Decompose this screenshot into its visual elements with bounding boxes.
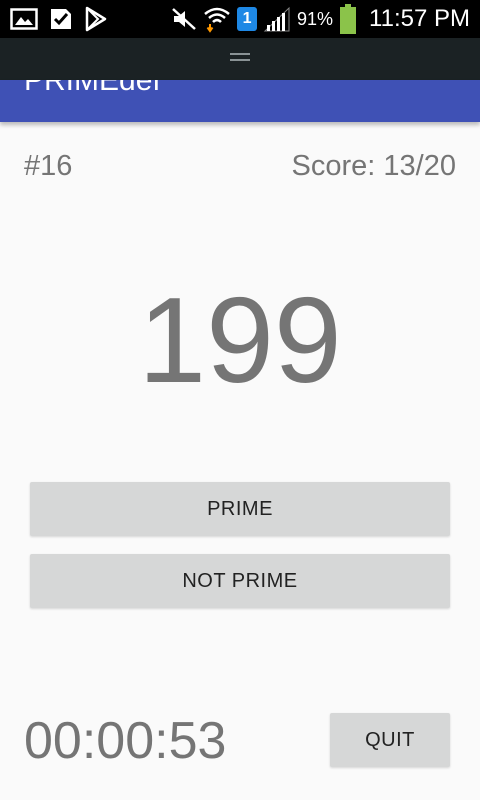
status-clock: 11:57 PM — [369, 5, 470, 32]
sim-1-icon: 1 — [237, 7, 258, 31]
quit-button[interactable]: QUIT — [330, 713, 450, 767]
wifi-download-icon — [203, 5, 231, 33]
system-icons: 1 91% 11:57 PM — [171, 4, 470, 34]
app-title: PRIMEdef — [24, 80, 161, 97]
play-store-icon — [84, 6, 108, 32]
quiz-number: 199 — [138, 272, 342, 408]
check-notification-icon — [48, 6, 74, 32]
mute-icon — [171, 7, 197, 31]
signal-icon — [263, 6, 291, 32]
app-screen: 1 91% 11:57 PM PRIMEdef #16 Score: 13/20… — [0, 0, 480, 800]
prime-button[interactable]: PRIME — [30, 482, 450, 536]
score-label: Score: 13/20 — [291, 150, 456, 182]
notification-icons — [10, 6, 108, 32]
battery-percent: 91% — [297, 8, 334, 29]
notification-drawer-handle[interactable] — [0, 38, 480, 80]
not-prime-button[interactable]: NOT PRIME — [30, 554, 450, 608]
drag-handle-icon — [230, 50, 250, 68]
app-bar: PRIMEdef — [0, 80, 480, 122]
question-number: #16 — [24, 150, 73, 182]
image-icon — [10, 7, 38, 31]
status-bar: 1 91% 11:57 PM — [0, 0, 480, 38]
elapsed-timer: 00:00:53 — [24, 712, 227, 770]
battery-icon — [339, 4, 357, 34]
